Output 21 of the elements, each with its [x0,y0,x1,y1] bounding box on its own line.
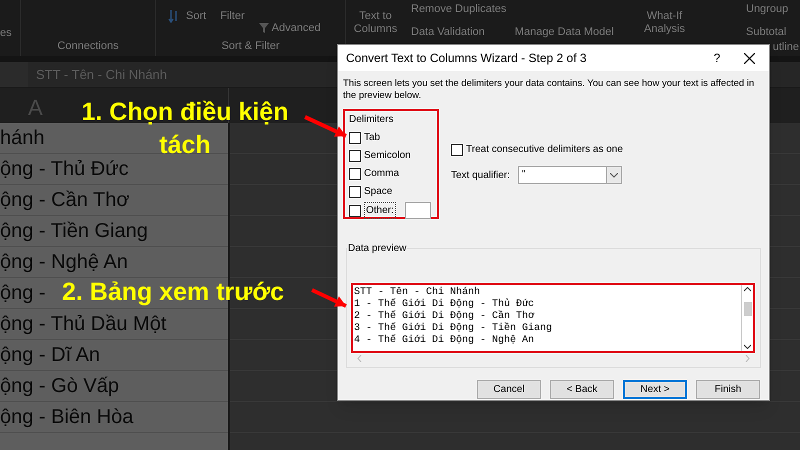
annotation-text: 2. Bảng xem trước [62,277,284,308]
checkbox-label: Other: [364,202,396,219]
preview-line: 4 - Thế Giới Di Động - Nghệ An [354,335,536,347]
window-title: Convert Text to Columns Wizard - Step 2 of 3 [346,50,588,67]
description-text: This screen lets you set the delimiters your data contains. You can see how your text is affected in the preview below. [342,77,756,102]
group-label: Connections [57,40,119,53]
preview-line: 1 - Thế Giới Di Động - Thủ Đức [354,299,536,310]
group-label: utline [772,41,800,54]
preview-line: 2 - Thế Giới Di Động - Cần Thơ [354,311,536,322]
checkbox-label: Comma [364,167,400,181]
field-label: Text qualifier: [451,168,510,182]
group-title: Delimiters [349,113,394,127]
checkbox-label: Space [364,185,392,199]
checkbox-label: Semicolon [364,149,411,163]
group-label: Sort & Filter [221,40,280,53]
checkbox-label: Tab [364,131,380,145]
preview-line: 3 - Thế Giới Di Động - Tiền Giang [354,323,554,334]
checkbox-label: Treat consecutive delimiters as one [466,143,623,157]
preview-line: STT - Tên - Chi Nhánh [354,287,482,298]
group-title: Data preview [347,241,408,256]
ribbon-label: es [0,27,12,39]
